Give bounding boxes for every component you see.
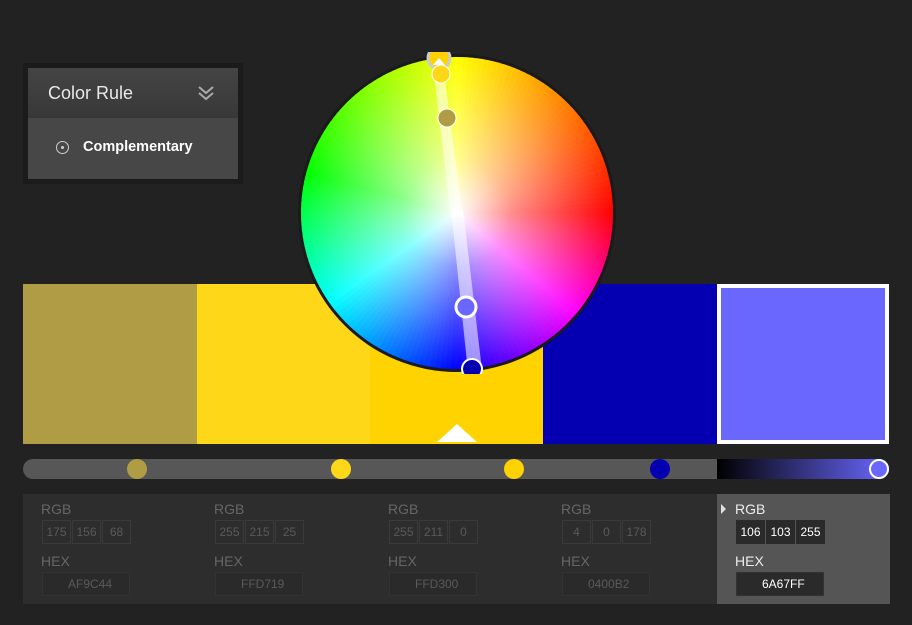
hex-field[interactable]: AF9C44 (42, 572, 130, 596)
rgb-r-field[interactable]: 4 (562, 520, 591, 544)
rgb-label: RGB (561, 501, 592, 517)
brightness-knob-5[interactable] (869, 459, 889, 479)
color-values-1: RGB 175 156 68 HEX AF9C44 (23, 494, 196, 604)
wheel-handle-4[interactable] (461, 358, 483, 374)
color-rule-title: Color Rule (48, 83, 134, 103)
hex-field[interactable]: FFD300 (389, 572, 477, 596)
hex-label: HEX (214, 553, 243, 569)
rgb-r-field[interactable]: 106 (736, 520, 765, 544)
brightness-knob-2[interactable] (331, 459, 352, 479)
color-values-4: RGB 4 0 178 HEX 0400B2 (543, 494, 716, 604)
radio-icon[interactable] (56, 141, 69, 154)
wheel-handle-2[interactable] (431, 64, 451, 84)
hex-field[interactable]: FFD719 (215, 572, 303, 596)
caret-right-icon (721, 504, 726, 514)
triangle-up-icon (437, 424, 477, 442)
rgb-r-field[interactable]: 255 (215, 520, 244, 544)
hex-field[interactable]: 6A67FF (736, 572, 824, 596)
color-rule-panel: Color Rule Complementary (23, 63, 243, 184)
brightness-knob-4[interactable] (649, 459, 670, 479)
active-brightness-gradient (717, 459, 889, 479)
color-wheel[interactable] (296, 52, 618, 374)
rule-option-complementary[interactable]: Complementary (83, 139, 193, 155)
rgb-b-field[interactable]: 0 (449, 520, 478, 544)
color-rule-options: Complementary (28, 118, 238, 179)
rgb-g-field[interactable]: 0 (592, 520, 621, 544)
swatch-1[interactable] (23, 284, 197, 444)
rgb-b-field[interactable]: 25 (275, 520, 304, 544)
rgb-label: RGB (214, 501, 245, 517)
hex-field[interactable]: 0400B2 (562, 572, 650, 596)
rgb-g-field[interactable]: 211 (419, 520, 448, 544)
rgb-b-field[interactable]: 68 (102, 520, 131, 544)
rgb-label: RGB (41, 501, 72, 517)
brightness-slider-track[interactable] (23, 459, 889, 479)
hex-label: HEX (388, 553, 417, 569)
rgb-g-field[interactable]: 103 (766, 520, 795, 544)
rgb-label: RGB (735, 501, 766, 517)
rgb-r-field[interactable]: 175 (42, 520, 71, 544)
rgb-g-field[interactable]: 215 (245, 520, 274, 544)
color-values-2: RGB 255 215 25 HEX FFD719 (196, 494, 369, 604)
rgb-b-field[interactable]: 255 (796, 520, 825, 544)
color-wheel-graphic[interactable] (296, 52, 618, 374)
swatch-5-selected[interactable] (717, 284, 889, 444)
color-rule-header[interactable]: Color Rule (28, 68, 238, 118)
color-values-5-active: RGB 106 103 255 HEX 6A67FF (717, 494, 890, 604)
hex-label: HEX (735, 553, 764, 569)
double-chevron-down-icon[interactable] (196, 83, 216, 103)
rgb-r-field[interactable]: 255 (389, 520, 418, 544)
hex-label: HEX (561, 553, 590, 569)
wheel-handle-5[interactable] (454, 295, 478, 319)
color-values-3: RGB 255 211 0 HEX FFD300 (370, 494, 543, 604)
rgb-b-field[interactable]: 178 (622, 520, 651, 544)
hex-label: HEX (41, 553, 70, 569)
wheel-handle-1[interactable] (437, 108, 457, 128)
rgb-label: RGB (388, 501, 419, 517)
rgb-g-field[interactable]: 156 (72, 520, 101, 544)
